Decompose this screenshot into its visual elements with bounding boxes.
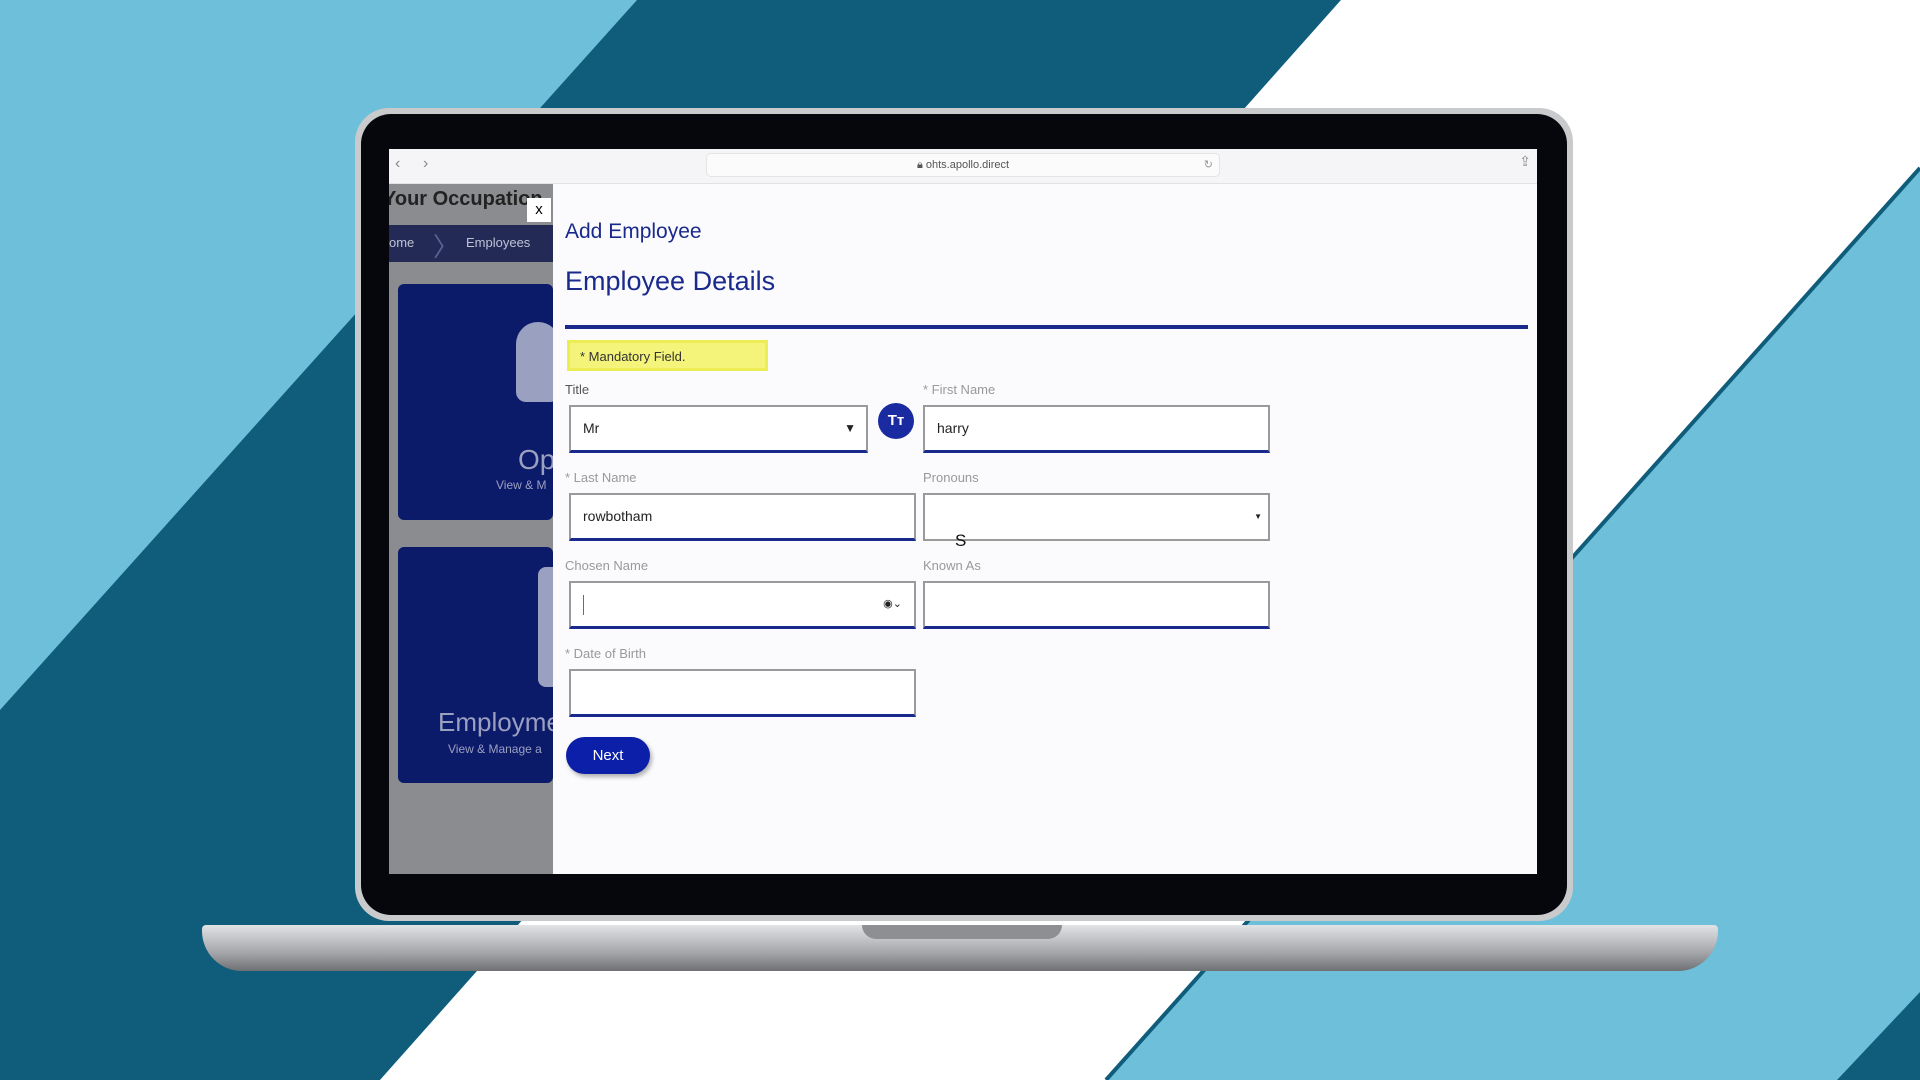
- card-subtitle: View & M: [496, 478, 547, 492]
- people-icon: [516, 322, 553, 402]
- breadcrumb: ome 〉 Employees: [389, 225, 553, 262]
- chosen-name-input[interactable]: ◉⌄: [569, 581, 916, 629]
- breadcrumb-separator: 〉: [433, 232, 460, 262]
- card-title: Employme: [438, 707, 553, 737]
- contact-autofill-icon[interactable]: ◉⌄: [883, 583, 902, 626]
- card-employment[interactable]: Employme View & Manage a: [398, 547, 553, 783]
- section-divider: [565, 325, 1528, 329]
- dropdown-arrow-icon: ▼: [844, 421, 856, 435]
- mouse-cursor: S: [955, 531, 967, 550]
- background-app: Your Occupation x ome 〉 Employees Op Vie…: [389, 184, 553, 874]
- known-as-input[interactable]: [923, 581, 1270, 629]
- lock-icon: 🔒︎: [916, 159, 926, 171]
- last-name-input[interactable]: rowbotham: [569, 493, 916, 541]
- forward-icon[interactable]: ›: [423, 155, 428, 173]
- card-occupational[interactable]: Op View & M: [398, 284, 553, 520]
- url-text: ohts.apollo.direct: [925, 159, 1010, 171]
- chosen-name-label: Chosen Name: [565, 558, 649, 573]
- document-icon: [538, 567, 553, 687]
- last-name-label: * Last Name: [565, 470, 637, 485]
- app-title: Your Occupation: [389, 188, 543, 210]
- breadcrumb-employees[interactable]: Employees: [466, 235, 530, 250]
- breadcrumb-home[interactable]: ome: [389, 235, 414, 250]
- text-caret: [583, 595, 584, 615]
- card-subtitle: View & Manage a: [448, 742, 542, 756]
- dob-input[interactable]: [569, 669, 916, 717]
- pronouns-label: Pronouns: [923, 470, 979, 485]
- dob-label: * Date of Birth: [565, 646, 646, 661]
- modal-heading: Add Employee: [565, 220, 702, 243]
- browser-toolbar: ‹ › 🔒︎ ohts.apollo.direct ↻ ⇪: [389, 149, 1537, 184]
- first-name-input[interactable]: harry: [923, 405, 1270, 453]
- back-icon[interactable]: ‹: [395, 155, 400, 173]
- close-icon[interactable]: x: [527, 198, 551, 222]
- section-title: Employee Details: [565, 266, 776, 296]
- first-name-label: * First Name: [923, 382, 996, 397]
- title-label: Title: [565, 382, 590, 397]
- title-value: Mr: [583, 420, 600, 436]
- text-size-button[interactable]: Tт: [878, 403, 914, 439]
- next-button[interactable]: Next: [566, 737, 650, 774]
- pronouns-select[interactable]: ▼: [923, 493, 1270, 541]
- mandatory-note: * Mandatory Field.: [567, 340, 768, 371]
- address-bar[interactable]: 🔒︎ ohts.apollo.direct ↻: [706, 153, 1220, 177]
- add-employee-modal: Add Employee Employee Details * Mandator…: [553, 184, 1537, 874]
- screen: ‹ › 🔒︎ ohts.apollo.direct ↻ ⇪ Your Occup…: [389, 149, 1537, 874]
- reload-icon[interactable]: ↻: [1204, 154, 1213, 176]
- card-title: Op: [518, 444, 553, 475]
- title-select[interactable]: Mr ▼: [569, 405, 868, 453]
- laptop-notch: [862, 925, 1062, 939]
- known-as-label: Known As: [923, 558, 981, 573]
- share-icon[interactable]: ⇪: [1519, 153, 1531, 170]
- dropdown-arrow-icon: ▼: [1254, 512, 1262, 521]
